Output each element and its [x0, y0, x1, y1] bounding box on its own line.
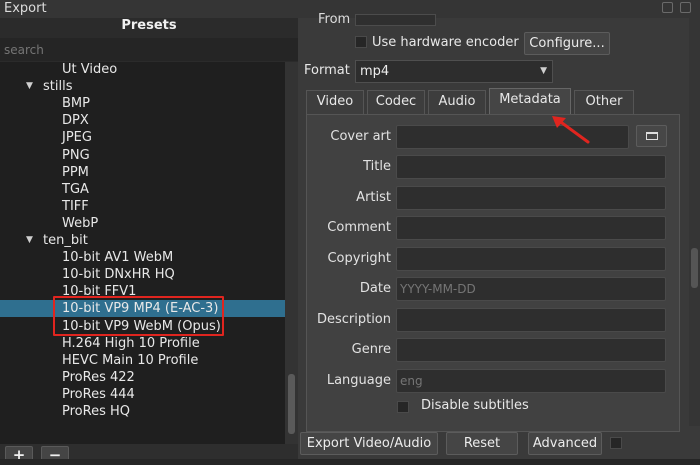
field-label: Title	[363, 159, 391, 174]
language-field[interactable]	[396, 369, 666, 393]
tree-item[interactable]: H.264 High 10 Profile	[0, 335, 285, 352]
settings-scrollbar[interactable]	[689, 18, 700, 426]
preset-tree: Ut Video ▼ stills BMP DPX JPEG PNG PPM TGA TIFF We…	[0, 62, 285, 444]
title-field[interactable]	[396, 155, 666, 179]
field-label: Artist	[356, 190, 391, 205]
from-label: From	[318, 12, 351, 27]
tree-item[interactable]: WebP	[0, 215, 285, 232]
format-value: mp4	[360, 64, 390, 79]
tab-other[interactable]: Other	[574, 90, 634, 114]
tab-metadata[interactable]: Metadata	[489, 88, 571, 115]
tree-item-label: Ut Video	[62, 62, 118, 77]
hw-encoder-label: Use hardware encoder	[372, 35, 519, 50]
expand-arrow-icon[interactable]: ▼	[26, 78, 33, 95]
tree-item-label: WebP	[62, 215, 99, 231]
tree-item-label: 10-bit AV1 WebM	[62, 250, 174, 266]
tree-item-label: 10-bit DNxHR HQ	[62, 267, 175, 283]
expand-arrow-icon[interactable]: ▼	[26, 232, 33, 249]
configure-button[interactable]: Configure...	[524, 32, 610, 55]
tree-item[interactable]: TIFF	[0, 198, 285, 215]
artist-field[interactable]	[396, 186, 666, 210]
tree-group[interactable]: ▼ ten_bit	[0, 232, 285, 249]
reset-button[interactable]: Reset	[446, 432, 518, 455]
export-settings-panel: From Use hardware encoder Configure... F…	[298, 12, 700, 465]
disable-subtitles-checkbox[interactable]	[397, 401, 409, 413]
window-title: Export	[4, 1, 47, 16]
presets-header: Presets	[121, 18, 177, 33]
tree-item[interactable]: HEVC Main 10 Profile	[0, 352, 285, 369]
tree-item[interactable]: PPM	[0, 164, 285, 181]
field-label: Date	[359, 281, 391, 296]
date-field[interactable]	[396, 277, 666, 301]
tree-item-label: BMP	[62, 96, 90, 112]
field-label: Genre	[351, 342, 391, 357]
tree-item-label: DPX	[62, 113, 89, 129]
restore-icon[interactable]	[662, 2, 673, 13]
tree-item[interactable]: 10-bit DNxHR HQ	[0, 266, 285, 283]
tree-item-label: ProRes 444	[62, 386, 135, 402]
format-select[interactable]: mp4 ▼	[355, 60, 553, 83]
tree-item-label: TGA	[62, 181, 89, 197]
annotation-highlight-box	[53, 296, 224, 336]
preset-tree-scrollbar[interactable]	[285, 62, 298, 444]
advanced-button[interactable]: Advanced	[528, 432, 602, 455]
field-label: Description	[316, 312, 391, 327]
tree-item[interactable]: 10-bit AV1 WebM	[0, 249, 285, 266]
close-icon[interactable]	[680, 2, 691, 13]
tree-item[interactable]: PNG	[0, 147, 285, 164]
tree-item-label: ProRes 422	[62, 369, 135, 385]
tree-item-label: PNG	[62, 147, 90, 163]
field-label: Language	[326, 373, 391, 388]
scrollbar-thumb[interactable]	[691, 248, 698, 288]
tree-item[interactable]: TGA	[0, 181, 285, 198]
tree-item-label: ProRes HQ	[62, 404, 130, 419]
tree-item-label: TIFF	[62, 198, 89, 214]
tree-item-label: ten_bit	[43, 233, 88, 248]
tab-video[interactable]: Video	[306, 90, 364, 114]
metadata-panel: Disable subtitles Cover art Title Artist Co…	[306, 114, 680, 432]
tree-item-label: HEVC Main 10 Profile	[62, 352, 199, 368]
from-select[interactable]	[355, 14, 436, 26]
description-field[interactable]	[396, 308, 666, 332]
chevron-down-icon: ▼	[540, 66, 547, 76]
cover-art-browse-button[interactable]	[636, 125, 667, 147]
genre-field[interactable]	[396, 338, 666, 362]
tree-item-label: H.264 High 10 Profile	[62, 335, 200, 351]
field-label: Comment	[327, 220, 391, 235]
annotation-arrow-icon	[552, 116, 590, 144]
tab-codec[interactable]: Codec	[367, 90, 425, 114]
tree-item[interactable]: BMP	[0, 95, 285, 112]
copyright-field[interactable]	[396, 247, 666, 271]
tree-item[interactable]: ProRes 422	[0, 369, 285, 386]
tree-item[interactable]: JPEG	[0, 129, 285, 146]
preset-search-input[interactable]	[0, 38, 298, 61]
hw-encoder-checkbox[interactable]	[355, 36, 367, 48]
format-label: Format	[304, 63, 350, 78]
field-label: Copyright	[327, 251, 391, 266]
tree-item-label: JPEG	[62, 130, 92, 146]
scrollbar-thumb[interactable]	[288, 374, 295, 434]
tree-item[interactable]: ProRes HQ	[0, 403, 285, 420]
advanced-checkbox[interactable]	[610, 437, 622, 449]
disable-subtitles-label: Disable subtitles	[421, 398, 529, 413]
tree-group[interactable]: ▼ stills	[0, 78, 285, 95]
tree-item-label: PPM	[62, 164, 89, 180]
comment-field[interactable]	[396, 216, 666, 240]
tab-audio[interactable]: Audio	[428, 90, 486, 114]
status-strip	[0, 459, 700, 465]
export-video-audio-button[interactable]: Export Video/Audio	[300, 432, 438, 455]
tree-item-label: stills	[43, 79, 73, 95]
presets-panel: Presets Ut Video▼stillsBMPDPXJPEGPNGPPMT…	[0, 18, 298, 465]
folder-icon	[646, 132, 658, 140]
tree-item[interactable]: ProRes 444	[0, 386, 285, 403]
tree-item[interactable]: Ut Video	[0, 62, 285, 78]
tree-item[interactable]: DPX	[0, 112, 285, 129]
field-label: Cover art	[330, 129, 391, 144]
